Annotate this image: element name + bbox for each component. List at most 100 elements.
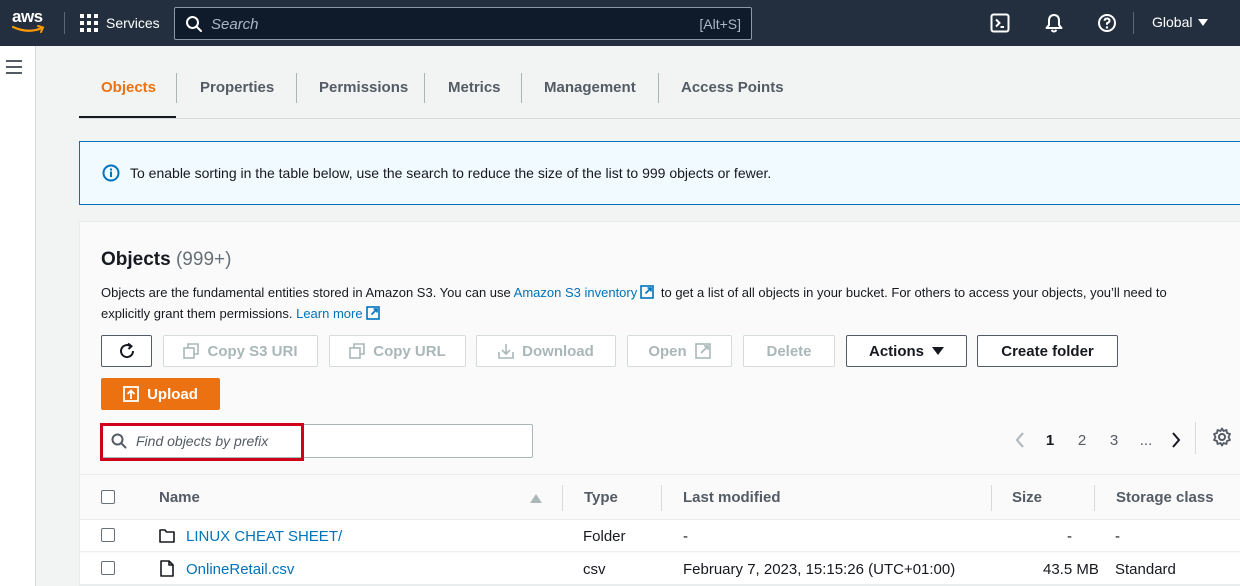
caret-down-icon — [932, 347, 944, 355]
bell-icon[interactable] — [1044, 13, 1064, 33]
next-page-button[interactable] — [1162, 432, 1190, 448]
search-icon — [186, 16, 202, 32]
column-divider — [562, 485, 563, 511]
column-header-storage-class[interactable]: Storage class — [1116, 489, 1214, 506]
column-header-size[interactable]: Size — [1012, 489, 1042, 506]
tab-objects[interactable]: Objects — [79, 73, 176, 119]
refresh-button[interactable] — [101, 335, 152, 367]
download-button[interactable]: Download — [476, 335, 616, 367]
download-icon — [498, 344, 514, 359]
actions-label: Actions — [868, 342, 924, 360]
prefix-search-input[interactable] — [136, 431, 516, 451]
table-row[interactable]: LINUX CHEAT SHEET/ Folder - - - — [80, 520, 1240, 552]
external-link-icon[interactable] — [640, 285, 655, 299]
page-1-button[interactable]: 1 — [1034, 432, 1066, 449]
table-row[interactable]: OnlineRetail.csv csv February 7, 2023, 1… — [80, 553, 1240, 585]
services-menu-button[interactable]: Services — [80, 12, 160, 34]
pagination-separator — [1195, 422, 1196, 454]
column-header-last-modified[interactable]: Last modified — [683, 489, 781, 506]
row-checkbox[interactable] — [101, 528, 115, 542]
global-search-input[interactable] — [211, 12, 651, 36]
external-link-icon — [694, 343, 711, 359]
s3-inventory-link[interactable]: Amazon S3 inventory — [514, 285, 638, 300]
objects-panel: Objects (999+) Objects are the fundament… — [79, 221, 1240, 586]
select-all-checkbox[interactable] — [101, 490, 115, 504]
upload-button[interactable]: Upload — [101, 378, 220, 410]
chevron-right-icon — [1172, 432, 1181, 448]
description-text: Objects are the fundamental entities sto… — [101, 285, 511, 300]
copy-icon — [349, 343, 366, 359]
tab-management[interactable]: Management — [522, 73, 658, 119]
upload-label: Upload — [147, 385, 198, 403]
file-icon — [160, 560, 174, 577]
tab-access-points[interactable]: Access Points — [659, 73, 789, 119]
page-2-button[interactable]: 2 — [1066, 432, 1098, 449]
object-type: csv — [583, 561, 606, 578]
help-icon[interactable] — [1097, 13, 1117, 33]
info-icon — [102, 164, 120, 182]
object-last-modified: February 7, 2023, 15:15:26 (UTC+01:00) — [683, 561, 956, 578]
nav-separator — [64, 12, 65, 34]
cloudshell-icon[interactable] — [990, 13, 1010, 33]
tab-properties[interactable]: Properties — [177, 73, 296, 119]
page-ellipsis: ... — [1139, 431, 1153, 449]
side-navigation-collapsed — [0, 46, 36, 586]
column-header-name[interactable]: Name — [159, 489, 200, 506]
info-flash-message: To enable sorting in the table below, us… — [79, 141, 1240, 205]
object-size: - — [1067, 528, 1072, 545]
copy-url-button[interactable]: Copy URL — [329, 335, 466, 367]
open-label: Open — [648, 342, 687, 360]
top-navigation-bar: aws Services [Alt+S] — [0, 0, 1240, 46]
external-link-icon[interactable] — [365, 306, 380, 320]
grid-icon — [80, 14, 98, 32]
sort-ascending-icon[interactable] — [530, 494, 542, 503]
object-storage-class: Standard — [1115, 561, 1176, 578]
region-label: Global — [1152, 14, 1193, 30]
row-checkbox[interactable] — [101, 561, 115, 575]
copy-url-label: Copy URL — [373, 342, 446, 360]
tab-metrics[interactable]: Metrics — [425, 73, 521, 119]
folder-icon — [159, 529, 175, 543]
create-folder-button[interactable]: Create folder — [977, 335, 1118, 367]
column-divider — [1094, 485, 1095, 511]
object-storage-class: - — [1115, 528, 1120, 545]
region-selector[interactable]: Global — [1152, 14, 1209, 30]
delete-label: Delete — [766, 342, 812, 360]
gear-icon[interactable] — [1212, 427, 1232, 447]
copy-icon — [183, 343, 200, 359]
tabs-underline — [79, 118, 1240, 119]
object-type: Folder — [583, 528, 626, 545]
prefix-search-field[interactable] — [101, 424, 533, 458]
column-header-type[interactable]: Type — [584, 489, 618, 506]
object-name-link[interactable]: LINUX CHEAT SHEET/ — [186, 528, 342, 545]
objects-description: Objects are the fundamental entities sto… — [101, 282, 1211, 324]
object-last-modified: - — [683, 528, 688, 545]
objects-title: Objects — [101, 249, 171, 270]
search-shortcut-hint: [Alt+S] — [699, 16, 741, 32]
page-3-button[interactable]: 3 — [1098, 432, 1130, 449]
tab-permissions[interactable]: Permissions — [297, 73, 424, 119]
aws-smile-icon — [12, 25, 45, 33]
object-name-link[interactable]: OnlineRetail.csv — [186, 561, 294, 578]
chevron-left-icon — [1015, 432, 1024, 448]
pagination: 1 2 3 ... — [1006, 426, 1190, 454]
info-message-text: To enable sorting in the table below, us… — [130, 165, 772, 181]
nav-separator — [1133, 12, 1134, 34]
actions-dropdown-button[interactable]: Actions — [846, 335, 967, 367]
aws-logo[interactable]: aws — [12, 8, 48, 36]
search-icon — [111, 433, 127, 449]
column-divider — [661, 485, 662, 511]
objects-count: (999+) — [175, 249, 232, 270]
learn-more-link[interactable]: Learn more — [296, 306, 362, 321]
open-button[interactable]: Open — [627, 335, 732, 367]
previous-page-button[interactable] — [1006, 432, 1034, 448]
delete-button[interactable]: Delete — [743, 335, 835, 367]
column-divider — [991, 485, 992, 511]
download-label: Download — [522, 342, 594, 360]
hamburger-menu-icon[interactable] — [6, 60, 22, 74]
global-search[interactable]: [Alt+S] — [174, 7, 752, 40]
bucket-tabs: Objects Properties Permissions Metrics M… — [79, 73, 789, 119]
refresh-icon — [119, 342, 134, 359]
table-header: Name Type Last modified Size Storage cla… — [80, 474, 1240, 520]
copy-s3-uri-button[interactable]: Copy S3 URI — [163, 335, 318, 367]
